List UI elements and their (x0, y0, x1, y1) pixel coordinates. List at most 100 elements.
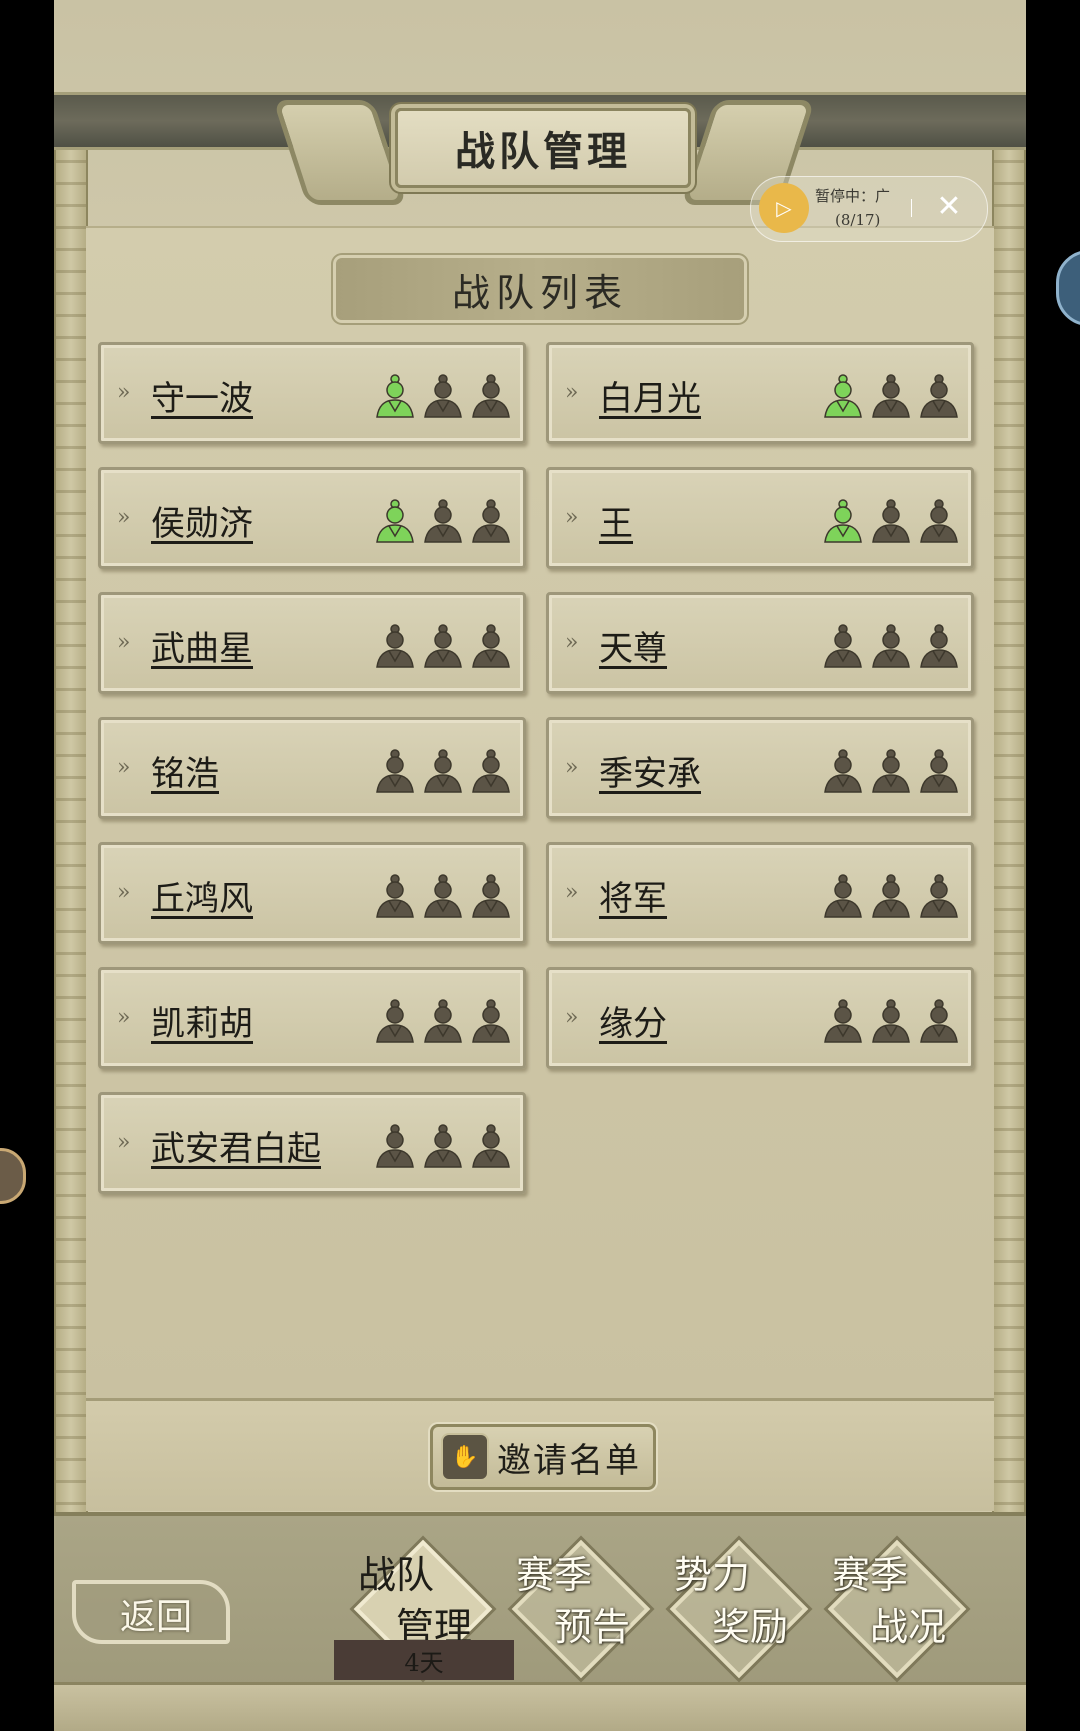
member-empty-icon (920, 499, 958, 543)
team-card[interactable]: » 武曲星 (98, 592, 526, 694)
member-empty-icon (824, 749, 862, 793)
tab-label-line2: 奖励 (712, 1605, 789, 1649)
team-card[interactable]: » 缘分 (546, 967, 974, 1069)
member-slots (373, 873, 513, 919)
team-card[interactable]: » 守一波 (98, 342, 526, 444)
team-name[interactable]: 天尊 (599, 621, 667, 670)
tab-label-line1: 赛季 (832, 1553, 909, 1597)
right-border-ornament (992, 150, 1026, 1668)
bottom-trim (54, 1682, 1026, 1731)
member-empty-icon (424, 874, 462, 918)
team-name[interactable]: 王 (599, 496, 633, 545)
member-slots (373, 373, 513, 419)
member-empty-icon (472, 749, 510, 793)
member-slots (373, 498, 513, 544)
member-empty-icon (920, 999, 958, 1043)
team-name[interactable]: 凯莉胡 (151, 996, 253, 1045)
team-name[interactable]: 白月光 (599, 371, 701, 420)
pause-overlay-widget: ▷ 暂停中：广 (8/17) ✕ (750, 176, 988, 242)
team-name[interactable]: 侯勋济 (151, 496, 253, 545)
double-chevron-icon: » (117, 630, 131, 655)
member-empty-icon (872, 874, 910, 918)
double-chevron-icon: » (565, 380, 579, 405)
member-empty-icon (872, 749, 910, 793)
member-empty-icon (824, 874, 862, 918)
double-chevron-icon: » (565, 755, 579, 780)
double-chevron-icon: » (117, 1130, 131, 1155)
team-list-header: 战队列表 (336, 258, 744, 320)
play-icon[interactable]: ▷ (759, 183, 809, 233)
team-name[interactable]: 将军 (599, 871, 667, 920)
pause-count-text: (8/17) (835, 211, 881, 229)
member-empty-icon (920, 874, 958, 918)
team-name[interactable]: 武曲星 (151, 621, 253, 670)
floating-assistant-bubble[interactable] (0, 1148, 26, 1204)
team-card[interactable]: » 季安承 (546, 717, 974, 819)
member-empty-icon (472, 874, 510, 918)
pause-status-text: 暂停中：广 (815, 187, 891, 205)
member-empty-icon (424, 999, 462, 1043)
tab-label-line2: 战况 (870, 1605, 947, 1649)
left-border-ornament (54, 150, 88, 1668)
member-empty-icon (376, 749, 414, 793)
team-card[interactable]: » 武安君白起 (98, 1092, 526, 1194)
member-empty-icon (824, 999, 862, 1043)
tab-label-line1: 势力 (674, 1553, 751, 1597)
tab-season-preview[interactable]: 赛季 预告 (502, 1530, 652, 1680)
tab-timer: 4天 (334, 1640, 514, 1680)
member-empty-icon (472, 499, 510, 543)
floating-assistant-bubble[interactable] (1056, 250, 1080, 326)
invite-list-button[interactable]: ✋ 邀请名单 (430, 1424, 656, 1490)
page-title: 战队管理 (455, 128, 631, 175)
member-filled-icon (824, 374, 862, 418)
member-empty-icon (920, 749, 958, 793)
member-slots (373, 1123, 513, 1169)
member-empty-icon (872, 999, 910, 1043)
team-card[interactable]: » 将军 (546, 842, 974, 944)
back-label: 返回 (120, 1597, 193, 1638)
team-name[interactable]: 守一波 (151, 371, 253, 420)
double-chevron-icon: » (117, 880, 131, 905)
member-filled-icon (376, 374, 414, 418)
handshake-icon: ✋ (441, 1433, 489, 1481)
member-slots (821, 623, 961, 669)
member-empty-icon (872, 374, 910, 418)
double-chevron-icon: » (565, 630, 579, 655)
member-empty-icon (424, 499, 462, 543)
title-plaque: 战队管理 (395, 108, 691, 188)
member-slots (821, 998, 961, 1044)
member-empty-icon (920, 624, 958, 668)
member-empty-icon (424, 624, 462, 668)
team-card[interactable]: » 侯勋济 (98, 467, 526, 569)
tab-label-line2: 预告 (554, 1605, 631, 1649)
tab-label-line1: 赛季 (516, 1553, 593, 1597)
member-empty-icon (872, 624, 910, 668)
team-name[interactable]: 武安君白起 (151, 1121, 321, 1170)
team-card[interactable]: » 铭浩 (98, 717, 526, 819)
double-chevron-icon: » (117, 755, 131, 780)
member-filled-icon (376, 499, 414, 543)
member-empty-icon (376, 1124, 414, 1168)
team-list-title: 战队列表 (451, 270, 628, 315)
team-card[interactable]: » 天尊 (546, 592, 974, 694)
member-slots (373, 998, 513, 1044)
tab-faction-rewards[interactable]: 势力 奖励 (660, 1530, 810, 1680)
member-empty-icon (472, 999, 510, 1043)
back-button[interactable]: 返回 (64, 1560, 234, 1650)
team-card[interactable]: » 丘鸿风 (98, 842, 526, 944)
member-empty-icon (376, 874, 414, 918)
team-name[interactable]: 缘分 (599, 996, 667, 1045)
tab-season-status[interactable]: 赛季 战况 (818, 1530, 968, 1680)
team-card[interactable]: » 王 (546, 467, 974, 569)
team-name[interactable]: 季安承 (599, 746, 701, 795)
member-empty-icon (424, 749, 462, 793)
double-chevron-icon: » (117, 1005, 131, 1030)
team-name[interactable]: 铭浩 (151, 746, 219, 795)
member-slots (373, 623, 513, 669)
member-slots (821, 748, 961, 794)
close-icon[interactable]: ✕ (929, 187, 969, 227)
team-card[interactable]: » 白月光 (546, 342, 974, 444)
team-name[interactable]: 丘鸿风 (151, 871, 253, 920)
member-empty-icon (824, 624, 862, 668)
team-card[interactable]: » 凯莉胡 (98, 967, 526, 1069)
